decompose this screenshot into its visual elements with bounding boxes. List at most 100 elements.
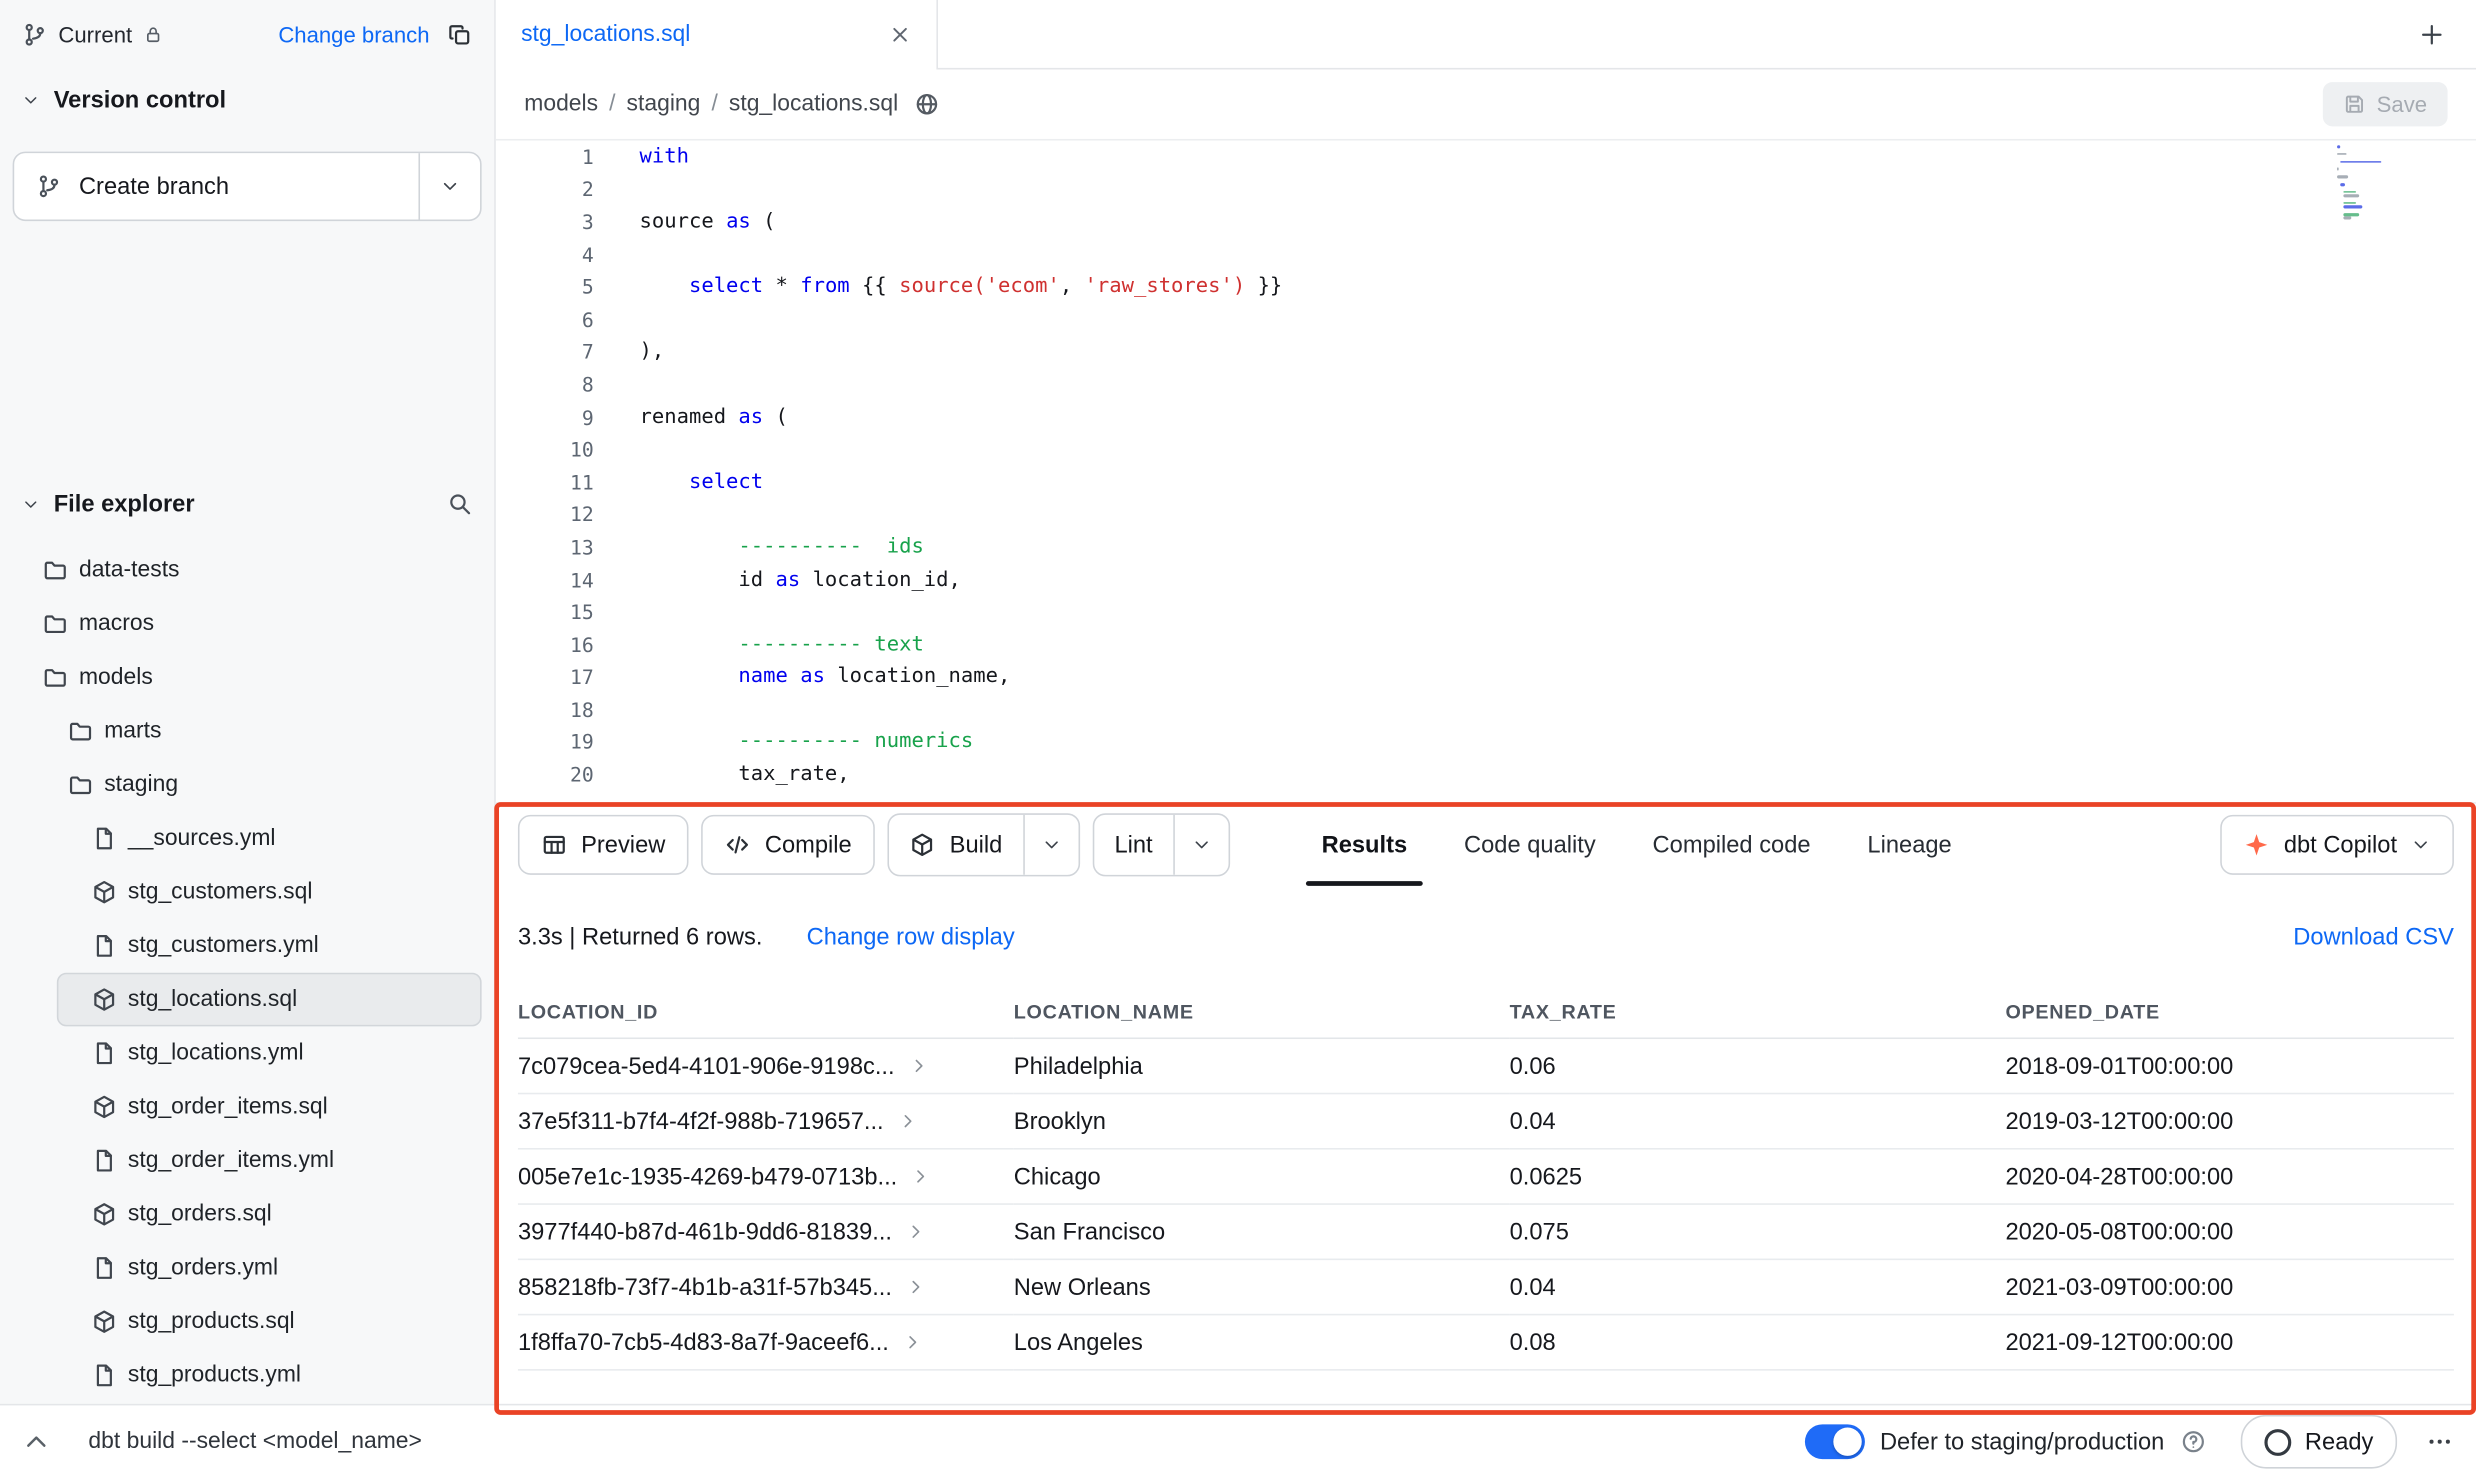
tree-item-label: __sources.yml <box>128 826 276 851</box>
folder-icon <box>43 557 68 582</box>
lint-button[interactable]: Lint <box>1094 815 1173 875</box>
change-row-display-link[interactable]: Change row display <box>807 923 1015 950</box>
file-explorer-label: File explorer <box>54 490 195 517</box>
tree-item-label: models <box>79 665 153 690</box>
version-control-header[interactable]: Version control <box>0 69 494 129</box>
tree-item-__sources.yml[interactable]: __sources.yml <box>57 812 482 866</box>
help-icon[interactable] <box>2180 1429 2205 1454</box>
location-id-value: 1f8ffa70-7cb5-4d83-8a7f-9aceef6... <box>518 1329 889 1356</box>
table-cell: Los Angeles <box>1014 1315 1510 1370</box>
tab-bar-rest <box>938 0 2476 69</box>
file-icon <box>92 1041 117 1066</box>
tree-item-macros[interactable]: macros <box>13 597 482 651</box>
compile-button[interactable]: Compile <box>702 815 876 875</box>
build-button[interactable]: Build <box>890 815 1023 875</box>
tree-item-models[interactable]: models <box>13 651 482 705</box>
close-icon[interactable] <box>889 24 911 46</box>
panel-tab-code-quality[interactable]: Code quality <box>1436 804 1625 886</box>
line-number: 18 <box>496 698 594 722</box>
breadcrumb-part: stg_locations.sql <box>729 92 898 117</box>
tree-item-label: data-tests <box>79 557 180 582</box>
results-table-wrap: LOCATION_IDLOCATION_NAMETAX_RATEOPENED_D… <box>496 987 2476 1405</box>
create-branch-label: Create branch <box>79 173 229 200</box>
new-tab-plus-icon[interactable] <box>2419 21 2444 46</box>
tree-item-marts[interactable]: marts <box>13 704 482 758</box>
breadcrumb-row: models/staging/stg_locations.sql Save <box>496 69 2476 140</box>
minimap-line <box>2343 213 2359 216</box>
preview-button[interactable]: Preview <box>518 815 689 875</box>
line-number: 7 <box>496 340 594 364</box>
expand-row-chevron-icon[interactable] <box>906 1277 925 1296</box>
minimap-line <box>2340 183 2345 186</box>
command-input[interactable]: dbt build --select <model_name> <box>88 1429 421 1454</box>
tree-item-stg_customers.yml[interactable]: stg_customers.yml <box>57 919 482 973</box>
expand-row-chevron-icon[interactable] <box>906 1222 925 1241</box>
panel-tab-compiled-code[interactable]: Compiled code <box>1624 804 1839 886</box>
column-header-location_name: LOCATION_NAME <box>1014 987 1510 1038</box>
expand-row-chevron-icon[interactable] <box>909 1056 928 1075</box>
chevron-down-icon <box>441 177 460 196</box>
tree-item-stg_products.sql[interactable]: stg_products.sql <box>57 1295 482 1349</box>
lint-button-group: Lint <box>1092 813 1230 876</box>
dbt-ide-app: Current Change branch Version control Cr… <box>0 0 2476 1478</box>
defer-toggle[interactable] <box>1804 1424 1864 1459</box>
breadcrumb-part[interactable]: models <box>524 92 598 117</box>
more-options-button[interactable] <box>2425 1428 2453 1456</box>
code-line-content: ), <box>594 340 665 364</box>
results-panel: Preview Compile Build <box>496 802 2476 1405</box>
code-line-8: 8 <box>496 368 2476 401</box>
tree-item-label: stg_customers.yml <box>128 933 319 958</box>
breadcrumb-part[interactable]: staging <box>627 92 701 117</box>
collapse-panel-chevron-up-icon[interactable] <box>22 1428 50 1456</box>
tree-item-stg_orders.yml[interactable]: stg_orders.yml <box>57 1241 482 1295</box>
tree-item-stg_locations.sql[interactable]: stg_locations.sql <box>57 973 482 1027</box>
panel-toolbar: Preview Compile Build <box>496 804 2476 886</box>
expand-row-chevron-icon[interactable] <box>911 1167 930 1186</box>
tree-item-staging[interactable]: staging <box>13 758 482 812</box>
tab-stg-locations-sql[interactable]: stg_locations.sql <box>496 0 938 69</box>
docs-globe-icon[interactable] <box>914 92 939 117</box>
panel-tab-results[interactable]: Results <box>1293 804 1435 886</box>
tree-item-stg_customers.sql[interactable]: stg_customers.sql <box>57 865 482 919</box>
tree-item-stg_orders.sql[interactable]: stg_orders.sql <box>57 1187 482 1241</box>
code-line-content: ---------- ids <box>594 535 924 559</box>
expand-row-chevron-icon[interactable] <box>903 1333 922 1352</box>
panel-tab-lineage[interactable]: Lineage <box>1839 804 1980 886</box>
tree-item-stg_order_items.sql[interactable]: stg_order_items.sql <box>57 1080 482 1134</box>
download-csv-link[interactable]: Download CSV <box>2293 923 2454 950</box>
git-branch-icon <box>22 22 47 47</box>
create-branch-dropdown[interactable] <box>418 153 480 219</box>
code-line-20: 20 tax_rate, <box>496 758 2476 791</box>
code-line-content: name as location_name, <box>594 665 1011 689</box>
save-button[interactable]: Save <box>2323 82 2448 126</box>
tree-item-stg_locations.yml[interactable]: stg_locations.yml <box>57 1026 482 1080</box>
tree-item-stg_products.yml[interactable]: stg_products.yml <box>57 1349 482 1403</box>
table-row: 1f8ffa70-7cb5-4d83-8a7f-9aceef6... Los An… <box>518 1315 2454 1370</box>
change-branch-link[interactable]: Change branch <box>278 22 429 47</box>
tab-bar: stg_locations.sql <box>496 0 2476 69</box>
results-header-row: LOCATION_IDLOCATION_NAMETAX_RATEOPENED_D… <box>518 987 2454 1038</box>
copy-icon[interactable] <box>447 22 472 47</box>
line-number: 17 <box>496 665 594 689</box>
status-row: 3.3s | Returned 6 rows. Change row displ… <box>496 886 2476 987</box>
file-explorer-header[interactable]: File explorer <box>0 474 494 534</box>
code-editor[interactable]: 1with23source as (45 select * from {{ so… <box>496 141 2476 803</box>
ready-status-button[interactable]: Ready <box>2240 1415 2397 1469</box>
minimap-line <box>2343 206 2362 209</box>
create-branch-button[interactable]: Create branch <box>14 153 418 219</box>
tree-item-stg_order_items.yml[interactable]: stg_order_items.yml <box>57 1134 482 1188</box>
tree-item-data-tests[interactable]: data-tests <box>13 543 482 597</box>
minimap[interactable] <box>2337 145 2403 219</box>
code-line-17: 17 name as location_name, <box>496 661 2476 694</box>
dbt-copilot-button[interactable]: dbt Copilot <box>2221 815 2454 875</box>
code-line-15: 15 <box>496 596 2476 629</box>
build-button-group: Build <box>888 813 1080 876</box>
lint-dropdown[interactable] <box>1173 815 1228 875</box>
build-dropdown[interactable] <box>1023 815 1078 875</box>
expand-row-chevron-icon[interactable] <box>898 1112 917 1131</box>
line-number: 12 <box>496 503 594 527</box>
search-icon[interactable] <box>447 491 472 516</box>
line-number: 14 <box>496 568 594 592</box>
line-number: 9 <box>496 405 594 429</box>
table-cell: 0.04 <box>1510 1259 2006 1314</box>
